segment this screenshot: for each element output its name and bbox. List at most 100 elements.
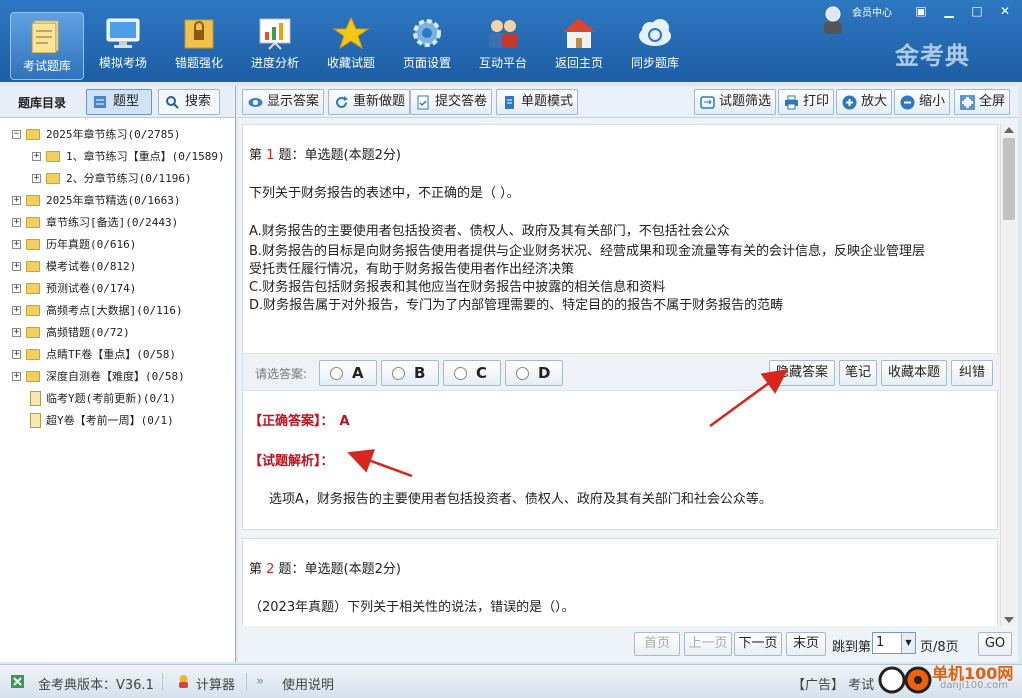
tree-item[interactable]: +2、分章节练习(0/1196) — [0, 168, 235, 190]
tree-item[interactable]: + 历年真题(0/616) — [0, 234, 235, 256]
tab-type[interactable]: 题型 — [86, 89, 152, 115]
question-bank-icon — [31, 20, 59, 53]
expand-icon[interactable]: + — [12, 350, 21, 359]
redo-button[interactable]: 重新做题 — [328, 89, 411, 115]
expand-icon[interactable]: + — [12, 218, 21, 227]
folder-icon — [26, 349, 40, 360]
filter-icon — [700, 96, 715, 109]
redo-label: 重新做题 — [353, 94, 406, 109]
status-divider — [162, 673, 163, 691]
restore-icon[interactable]: ▣ — [908, 2, 934, 20]
go-button[interactable]: GO — [978, 632, 1012, 656]
member-avatar-icon[interactable] — [822, 4, 844, 36]
close-icon[interactable]: ✕ — [992, 2, 1018, 20]
tree-item[interactable]: + 高频错题(0/72) — [0, 322, 235, 344]
prev-page-button[interactable]: 上一页 — [684, 632, 732, 656]
expand-icon[interactable]: + — [32, 174, 41, 183]
folder-icon — [26, 195, 40, 206]
first-page-button[interactable]: 首页 — [634, 632, 680, 656]
question-header-suffix: 题：单选题(本题2分) — [274, 562, 401, 577]
tree-item[interactable]: 超Y卷【考前一周】(0/1) — [0, 410, 235, 432]
tree-item[interactable]: 临考Y题(考前更新)(0/1) — [0, 388, 235, 410]
zoom-out-button[interactable]: 缩小 — [894, 89, 951, 115]
question-header-prefix: 第 — [249, 148, 267, 163]
scroll-down-icon[interactable] — [1004, 617, 1014, 623]
collapse-icon[interactable]: − — [12, 130, 21, 139]
tree-item[interactable]: + 点睛TF卷【重点】(0/58) — [0, 344, 235, 366]
notes-button[interactable]: 笔记 — [839, 360, 877, 386]
catalog-title: 题库目录 — [18, 96, 67, 110]
toolbar-wrong-questions[interactable]: 错题强化 — [162, 10, 236, 78]
next-page-button[interactable]: 下一页 — [734, 632, 782, 656]
manual-link[interactable]: 使用说明 — [282, 674, 334, 693]
last-page-button[interactable]: 末页 — [786, 632, 826, 656]
star-icon — [332, 16, 370, 50]
tree-item[interactable]: − 2025年章节练习(0/2785) — [0, 124, 235, 146]
expand-icon[interactable]: + — [12, 284, 21, 293]
pagination: 首页 上一页 下一页 末页 跳到第 1 ▼ 页/8页 GO — [238, 626, 1018, 662]
toolbar-progress[interactable]: 进度分析 — [238, 10, 312, 78]
choice-c[interactable]: C — [443, 360, 501, 386]
toolbar-favorites[interactable]: 收藏试题 — [314, 10, 388, 78]
toolbar-label: 错题强化 — [174, 56, 223, 70]
expand-icon[interactable]: + — [12, 240, 21, 249]
vertical-scrollbar[interactable] — [1000, 124, 1016, 626]
question-header: 第 2 题：单选题(本题2分) — [249, 561, 401, 579]
scrollbar-thumb[interactable] — [1003, 138, 1015, 220]
minimize-icon[interactable]: ▁ — [936, 2, 962, 20]
toolbar-interactive[interactable]: 互动平台 — [466, 10, 540, 78]
zoom-out-label: 缩小 — [919, 94, 946, 109]
ad-text[interactable]: 【广告】 考试 — [792, 674, 874, 693]
tree-item[interactable]: + 高频考点[大数据](0/116) — [0, 300, 235, 322]
print-button[interactable]: 打印 — [778, 89, 835, 115]
correct-answer-label: 【正确答案】： — [249, 414, 334, 429]
show-answer-button[interactable]: 显示答案 — [242, 89, 325, 115]
tab-search[interactable]: 搜索 — [158, 89, 220, 115]
hide-answer-button[interactable]: 隐藏答案 — [769, 360, 835, 386]
fullscreen-button[interactable]: 全屏 — [954, 89, 1011, 115]
zoom-in-button[interactable]: 放大 — [836, 89, 893, 115]
tree-item-label: 超Y卷【考前一周】(0/1) — [46, 414, 174, 427]
expand-icon[interactable]: + — [32, 152, 41, 161]
choice-label: C — [476, 364, 488, 382]
tree-item[interactable]: +1、章节练习【重点】(0/1589) — [0, 146, 235, 168]
toolbar-page-settings[interactable]: 页面设置 — [390, 10, 464, 78]
filter-button[interactable]: 试题筛选 — [694, 89, 777, 115]
choice-a[interactable]: A — [319, 360, 377, 386]
toolbar-label: 进度分析 — [250, 56, 299, 70]
toolbar-home[interactable]: 返回主页 — [542, 10, 616, 78]
scroll-up-icon[interactable] — [1004, 127, 1014, 133]
tree-item[interactable]: + 模考试卷(0/812) — [0, 256, 235, 278]
choice-d[interactable]: D — [505, 360, 563, 386]
member-center-link[interactable]: 会员中心 — [852, 4, 892, 19]
maximize-icon[interactable]: □ — [964, 2, 990, 20]
tree-item[interactable]: + 深度自测卷【难度】(0/58) — [0, 366, 235, 388]
toolbar-mock-exam[interactable]: 模拟考场 — [86, 10, 160, 78]
single-mode-label: 单题模式 — [521, 94, 574, 109]
fullscreen-icon — [960, 95, 975, 110]
tree-item[interactable]: + 预测试卷(0/174) — [0, 278, 235, 300]
favorite-button[interactable]: 收藏本题 — [881, 360, 947, 386]
page-select[interactable]: 1 ▼ — [872, 632, 916, 654]
folder-icon — [26, 305, 40, 316]
report-error-button[interactable]: 纠错 — [951, 360, 993, 386]
expand-icon[interactable]: + — [12, 306, 21, 315]
calculator-icon — [179, 675, 188, 688]
calculator-link[interactable]: 计算器 — [196, 674, 235, 693]
page-total: 页/8页 — [920, 640, 959, 655]
expand-icon[interactable]: + — [12, 262, 21, 271]
toolbar-sync[interactable]: 同步题库 — [618, 10, 692, 78]
expand-icon[interactable]: + — [12, 196, 21, 205]
expand-icon[interactable]: + — [12, 328, 21, 337]
single-mode-button[interactable]: 单题模式 — [496, 89, 579, 115]
tree-item[interactable]: +2025年章节精选(0/1663) — [0, 190, 235, 212]
submit-button[interactable]: 提交答卷 — [410, 89, 493, 115]
tree-item[interactable]: + 章节练习[备选](0/2443) — [0, 212, 235, 234]
expand-icon[interactable]: + — [12, 372, 21, 381]
option-b-continued: 受托责任履行情况，有助于财务报告使用者作出经济决策 — [249, 262, 575, 277]
show-answer-label: 显示答案 — [267, 94, 320, 109]
choice-b[interactable]: B — [381, 360, 439, 386]
toolbar-question-bank[interactable]: 考试题库 — [10, 12, 84, 80]
question-card: 第 2 题：单选题(本题2分) （2023年真题）下列关于相关性的说法，错误的是… — [242, 538, 998, 626]
chevron-down-icon: ▼ — [901, 633, 915, 653]
